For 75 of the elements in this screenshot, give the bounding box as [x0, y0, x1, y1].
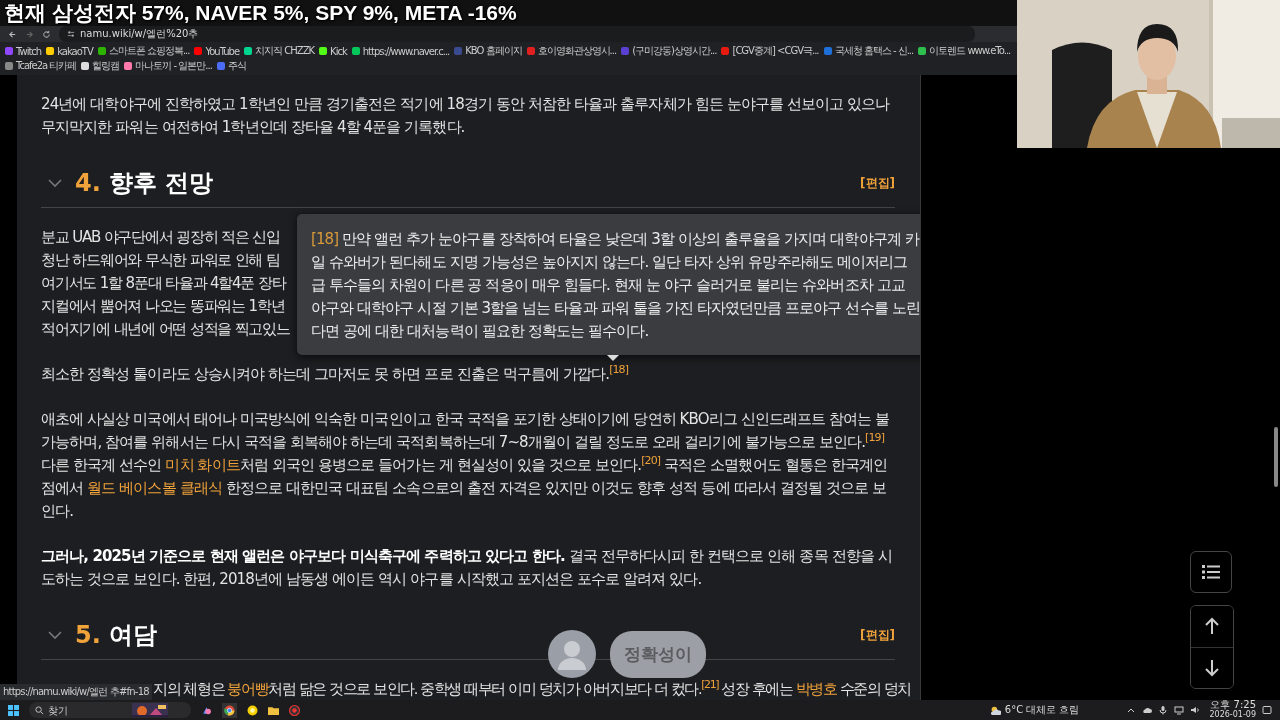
link[interactable]: 월드 베이스볼 클래식 [87, 479, 222, 497]
weather-icon[interactable] [989, 704, 1001, 716]
toc-button[interactable] [1190, 551, 1232, 593]
record-icon[interactable] [289, 704, 300, 716]
footnote-link[interactable]: [20] [641, 454, 661, 467]
text-line: 지컬에서 뿜어져 나오는 똥파워는 1학년 [41, 296, 285, 317]
notification-icon[interactable] [1262, 705, 1272, 715]
circle-app-icon[interactable] [247, 704, 258, 716]
list-icon [1202, 565, 1220, 579]
bookmark[interactable]: KBO 홈페이지 [454, 44, 522, 58]
paragraph: 애초에 사실상 미국에서 태어나 미국방식에 익숙한 미국인이고 한국 국적을 포기한 상태이기에 당연히 KBO리그 신인드래프트 참여는 불가능하며, 참여를 위해서는 다시 국적을 회복해야 하는데 국적회복하는데 7~8개월이 걸릴 정도로 오래 걸리기에 불가능으로 보인다.$^{[19]}$ 다른 한국계 선수인 미치 화이트처럼 외국인 용병으로 들어가는 게 현실성이 있을 것으로 보인다.$^{[20]}$ 국적은 소멸했어도 혈통은 한국계인 점에서 월드 베이스볼 클래식 한정으로 대한민국 대표팀 소속으로의 출전 자격은 있지만 이것도 향후 성적 등에 따라서 결정될 것으로 보인다. [41, 409, 891, 522]
text-line: 청난 하드웨어와 무식한 파워로 인해 팀 [41, 250, 280, 271]
paragraph: 그러나, 2025년 기준으로 현재 앨런은 야구보다 미식축구에 주력하고 있다고 한다. 결국 전무하다시피 한 컨택으로 인해 종목 전향을 시도하는 것으로 보인다. 한편, 2018년에 남동생 에이든 역시 야구를 시작했고 포지션은 포수로 알려져 있다. [41, 546, 893, 590]
address-field[interactable]: namu.wiki/w/엘런%20추 [59, 26, 975, 42]
forward-icon[interactable] [25, 29, 34, 39]
link[interactable]: 붕어빵 [227, 681, 269, 697]
section-title: 향후 전망 [108, 168, 214, 199]
up-arrow-icon [1204, 617, 1220, 636]
bookmark[interactable]: (구미강동)상영시간... [621, 44, 717, 58]
chevron-icon[interactable] [47, 178, 63, 188]
edit-link[interactable]: [편집] [860, 174, 895, 192]
section-number: 5. [75, 621, 101, 649]
section-number: 4. [75, 169, 101, 197]
weather-text: 6°C 대체로 흐림 [1004, 703, 1080, 717]
scroll-down-button[interactable] [1191, 646, 1233, 688]
clock[interactable]: 오후 7:25 2026-01-09 [1209, 700, 1256, 720]
bookmark[interactable]: 국세청 홈택스 - 신... [823, 44, 914, 58]
bookmark[interactable]: kakaoTV [46, 44, 93, 58]
bookmark[interactable]: YouTube [194, 44, 240, 58]
text-line: 적어지기에 내년에 어떤 성적을 찍고있느 [41, 319, 290, 340]
text-line: 여기서도 1할 8푼대 타율과 4할4푼 장타 [41, 273, 286, 294]
section-title: 여담 [108, 620, 157, 651]
cloud-icon[interactable] [1141, 705, 1152, 715]
bookmark[interactable]: 치지직 CHZZK [244, 44, 315, 58]
speaker-icon[interactable] [1189, 705, 1200, 715]
bookmark[interactable]: 힐링캠 [81, 59, 120, 73]
footnote-link[interactable]: [19] [865, 431, 885, 444]
paragraph: 24년에 대학야구에 진학하였고 1학년인 만큼 경기출전은 적기에 18경기 동안 처참한 타율과 출루자체가 힘든 눈야구를 선보이고 있으나 무지막지한 파워는 여전하여 1학년인데 장타율 4할 4푼을 기록했다. [41, 94, 891, 138]
tooltip-text: [18] 만약 앨런 추가 눈야구를 장착하여 타율은 낮은데 3할 이상의 출루율을 가지며 대학야구계 카일 슈와버가 된다해도 지명 가능성은 높아지지 않는다. 일단 타자 상위 유망주라해도 메이저리그급 투수들의 차원이 다른 공 적응이 매우 힘들다. 현재 눈 야구 슬러거로 불리는 슈와버조차 고교 야구와 대학야구 시절 기본 3할을 넘는 타율과 파워 툴을 가진 타자였던만큼 프로야구 선수를 노린다면 공에 대한 대처능력이 필요한 정확도는 필수이다. [311, 229, 920, 342]
windows-icon[interactable] [8, 704, 19, 716]
avatar-icon [548, 630, 596, 678]
reload-icon[interactable] [42, 29, 51, 39]
text-line: 분교 UAB 야구단에서 굉장히 적은 신입 [41, 227, 280, 248]
chevron-icon[interactable] [47, 630, 63, 640]
overlay-title: 현재 삼성전자 57%, NAVER 5%, SPY 9%, META -16% [4, 0, 517, 26]
search-input[interactable]: 찾기 [48, 704, 128, 716]
copilot-icon[interactable] [201, 704, 212, 716]
bookmark[interactable]: 이토렌드 www.eTo... [918, 44, 1011, 58]
bookmark[interactable]: Twitch [5, 44, 42, 58]
footnote-link[interactable]: [21] [701, 678, 719, 692]
down-arrow-icon [1204, 658, 1220, 677]
footnote-link[interactable]: [18] [609, 363, 629, 376]
bookmark[interactable]: 주식 [216, 59, 246, 73]
bookmark[interactable]: 스마트폰 쇼핑정복... [97, 44, 190, 58]
bookmark[interactable]: [CGV중계] <CGV극... [721, 44, 819, 58]
folder-icon[interactable] [268, 704, 279, 716]
microphone-icon[interactable] [1157, 705, 1168, 715]
edit-link[interactable]: [편집] [860, 626, 895, 644]
bookmark[interactable]: Tcafe2a 티카페 [5, 59, 77, 73]
back-icon[interactable] [8, 29, 17, 39]
paragraph: 지의 체형은 붕어빵처럼 닮은 것으로 보인다. 중학생 때부터 이미 덩치가 아버지보다 더 컸다.$^{[21]}$ 성장 후에는 박병호 수준의 덩치 [153, 678, 911, 699]
site-info-icon[interactable] [67, 30, 75, 38]
paragraph: 최소한 정확성 툴이라도 상승시켜야 하는데 그마저도 못 하면 프로 진출은 먹구름에 가깝다.$^{[18]}$ [41, 363, 630, 385]
bookmark[interactable]: Kick [319, 44, 347, 58]
browser-icon[interactable] [222, 702, 237, 718]
status-url: https://namu.wiki/w/엘런 추#fn-18 [0, 684, 152, 700]
bookmark[interactable]: 마나토끼 - 일본만... [124, 59, 212, 73]
search-bar[interactable]: 찾기 [29, 702, 191, 718]
link[interactable]: 박병호 [795, 681, 837, 697]
bookmark[interactable]: 호이영화관상영시... [526, 44, 617, 58]
bookmark[interactable]: https://www.naver.c... [351, 44, 450, 58]
chat-bubble: 정확성이 [610, 631, 706, 678]
tooltip-arrow-icon [607, 355, 619, 361]
search-icon [35, 705, 44, 715]
link[interactable]: 미치 화이트 [165, 456, 240, 474]
